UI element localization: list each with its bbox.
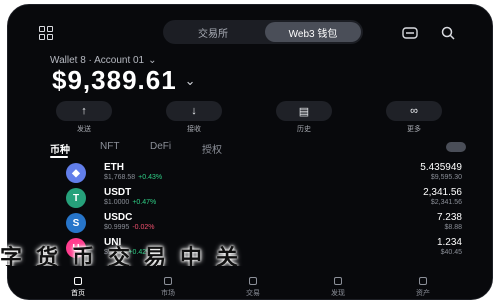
nav-home[interactable]: 首页 [58,277,98,298]
scan-icon[interactable] [398,21,422,45]
tab-web3-wallet[interactable]: Web3 钱包 [265,22,361,42]
tab-defi[interactable]: DeFi [150,141,171,152]
overlay-caption: 字货币交易中关 [0,245,253,266]
tab-approvals[interactable]: 授权 [202,141,222,156]
grid-icon[interactable] [34,21,58,45]
receive-button[interactable]: ↓ 接收 [164,101,224,134]
trade-icon [249,277,257,285]
asset-value: $9,595.30 [430,174,462,181]
bottom-nav: 首页 市场 交易 发现 资产 [8,269,492,299]
active-tab-indicator [50,156,68,158]
asset-change: +0.43% [138,174,163,181]
chevron-down-icon[interactable]: ⌄ [185,73,197,89]
more-icon: ∞ [386,101,442,121]
balance-value: $9,389.61 [52,65,177,95]
quick-actions: ↑ 发送 ↓ 接收 ▤ 历史 ∞ 更多 [54,101,444,135]
arrow-up-icon: ↑ [56,101,112,121]
asset-tabs: 币种 NFT DeFi 授权 [50,141,490,156]
asset-price: $1.0000 +0.47% [104,199,157,206]
home-icon [74,277,82,285]
usdt-icon: T [66,188,86,208]
nav-assets[interactable]: 资产 [403,277,443,298]
asset-amount: 7.238 [436,212,462,223]
list-item[interactable]: S USDC $0.9995 -0.02% 7.238 $8.88 [8,212,492,236]
asset-price: $0.9995 -0.02% [104,224,155,231]
hide-small-toggle[interactable] [446,142,466,152]
more-label: 更多 [407,126,421,133]
receive-label: 接收 [187,126,201,133]
nav-discover[interactable]: 发现 [318,277,358,298]
list-item[interactable]: T USDT $1.0000 +0.47% 2,341.56 $2,341.56 [8,187,492,211]
asset-change: +0.47% [132,199,157,206]
usdc-icon: S [66,213,86,233]
asset-change: -0.02% [132,224,155,231]
nav-market[interactable]: 市场 [148,277,188,298]
eth-icon: ◆ [66,163,86,183]
discover-icon [334,277,342,285]
send-label: 发送 [77,126,91,133]
assets-icon [419,277,427,285]
search-icon[interactable] [436,21,460,45]
history-button[interactable]: ▤ 历史 [274,101,334,134]
market-icon [164,277,172,285]
total-balance: $9,389.61 ⌄ [52,65,197,96]
asset-symbol: ETH [104,162,124,173]
list-item[interactable]: ◆ ETH $1,768.58 +0.43% 5.435949 $9,595.30 [8,162,492,186]
asset-symbol: USDT [104,187,132,198]
asset-price: $1,768.58 +0.43% [104,174,163,181]
mode-switch: 交易所 Web3 钱包 [163,20,363,44]
send-button[interactable]: ↑ 发送 [54,101,114,134]
nav-trade[interactable]: 交易 [233,277,273,298]
arrow-down-icon: ↓ [166,101,222,121]
asset-value: $2,341.56 [430,199,462,206]
history-icon: ▤ [276,101,332,121]
asset-amount: 5.435949 [420,162,462,173]
more-button[interactable]: ∞ 更多 [384,101,444,134]
asset-value: $8.88 [444,224,462,231]
asset-amount: 2,341.56 [423,187,462,198]
tab-nft[interactable]: NFT [100,141,119,152]
tab-exchange[interactable]: 交易所 [165,22,261,42]
asset-symbol: USDC [104,212,133,223]
history-label: 历史 [297,126,311,133]
tab-tokens[interactable]: 币种 [50,141,70,156]
top-bar: 交易所 Web3 钱包 [8,19,492,49]
